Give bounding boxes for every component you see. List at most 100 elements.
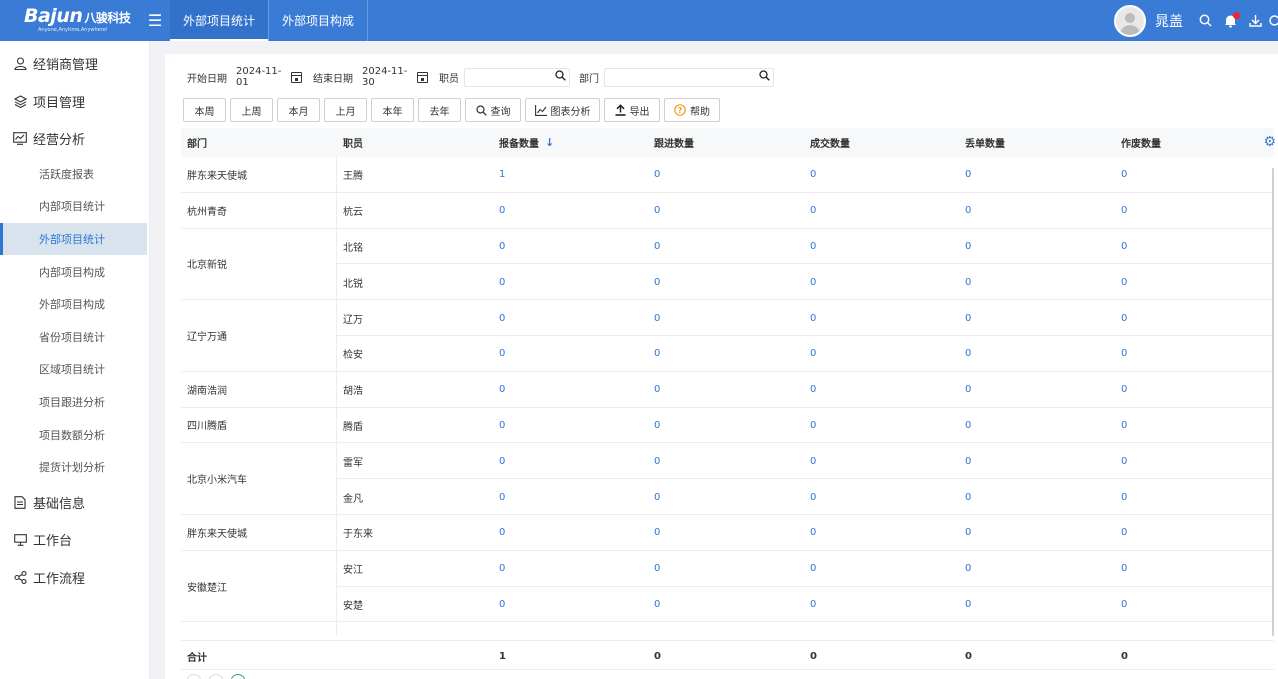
- sidebar-item-project-amount-analysis[interactable]: 项目数额分析: [0, 418, 149, 451]
- calendar-icon[interactable]: [417, 71, 428, 83]
- help-button[interactable]: ? 帮助: [664, 98, 720, 122]
- col-header-closed[interactable]: 成交数量: [810, 128, 850, 157]
- sidebar-item-external-project-composition[interactable]: 外部项目构成: [0, 288, 149, 321]
- col-header-reported[interactable]: 报备数量 ↓: [499, 128, 554, 157]
- followed-cell[interactable]: 0: [654, 479, 660, 515]
- reported-cell[interactable]: 0: [499, 372, 505, 408]
- voided-cell[interactable]: 0: [1121, 551, 1127, 587]
- reported-cell[interactable]: 0: [499, 264, 505, 300]
- reported-cell[interactable]: 0: [499, 443, 505, 479]
- reported-cell[interactable]: 0: [499, 229, 505, 265]
- search-icon[interactable]: [555, 70, 566, 84]
- followed-cell[interactable]: 0: [654, 622, 660, 636]
- table-row[interactable]: 北锐 0 0 0 0 0: [181, 264, 1274, 301]
- reported-cell[interactable]: 0: [499, 515, 505, 551]
- sidebar-item-region-project-stats[interactable]: 区域项目统计: [0, 353, 149, 386]
- sort-down-icon[interactable]: ↓: [545, 136, 554, 149]
- menu-toggle-icon[interactable]: ☰: [140, 11, 170, 30]
- lost-cell[interactable]: 0: [965, 587, 971, 623]
- voided-cell[interactable]: 0: [1121, 336, 1127, 372]
- settings-icon[interactable]: [1268, 14, 1278, 27]
- closed-cell[interactable]: 0: [810, 479, 816, 515]
- lost-cell[interactable]: 0: [965, 551, 971, 587]
- reported-cell[interactable]: 1: [499, 157, 505, 193]
- avatar[interactable]: [1114, 4, 1146, 37]
- pager-current-page[interactable]: [231, 674, 245, 679]
- followed-cell[interactable]: 0: [654, 193, 660, 229]
- export-button[interactable]: 导出: [604, 98, 660, 122]
- followed-cell[interactable]: 0: [654, 300, 660, 336]
- tab-external-project-composition[interactable]: 外部项目构成: [269, 0, 367, 41]
- username[interactable]: 晁盖: [1155, 11, 1183, 31]
- sidebar-group-workflow[interactable]: 工作流程: [0, 558, 149, 596]
- brand-logo[interactable]: Bajun 八骏科技 Anyone,Anytime,Anywhere!: [0, 0, 140, 41]
- lost-cell[interactable]: 0: [965, 300, 971, 336]
- lost-cell[interactable]: 0: [965, 408, 971, 444]
- reported-cell[interactable]: 0: [499, 587, 505, 623]
- table-row[interactable]: 金凡 0 0 0 0 0: [181, 479, 1274, 515]
- sidebar-item-province-project-stats[interactable]: 省份项目统计: [0, 320, 149, 353]
- voided-cell[interactable]: 0: [1121, 300, 1127, 336]
- closed-cell[interactable]: 0: [810, 193, 816, 229]
- closed-cell[interactable]: 0: [810, 408, 816, 444]
- tab-external-project-stats[interactable]: 外部项目统计: [170, 0, 269, 41]
- sidebar-group-basic-info[interactable]: 基础信息: [0, 483, 149, 521]
- lost-cell[interactable]: 0: [965, 372, 971, 408]
- lost-cell[interactable]: 0: [965, 515, 971, 551]
- reported-cell[interactable]: 0: [499, 408, 505, 444]
- table-row[interactable]: 雷军 0 0 0 0 0: [181, 443, 1274, 480]
- closed-cell[interactable]: 0: [810, 515, 816, 551]
- col-header-staff[interactable]: 职员: [343, 128, 363, 157]
- download-icon[interactable]: [1243, 14, 1268, 27]
- table-row[interactable]: 胡浩 0 0 0 0 0: [181, 372, 1274, 408]
- voided-cell[interactable]: 0: [1121, 587, 1127, 623]
- sidebar-group-workbench[interactable]: 工作台: [0, 521, 149, 559]
- staff-input[interactable]: [419, 68, 555, 86]
- followed-cell[interactable]: 0: [654, 408, 660, 444]
- dept-input[interactable]: [605, 68, 759, 86]
- sidebar-item-project-followup-analysis[interactable]: 项目跟进分析: [0, 386, 149, 419]
- voided-cell[interactable]: 0: [1121, 622, 1127, 636]
- this-month-button[interactable]: 本月: [277, 98, 320, 122]
- followed-cell[interactable]: 0: [654, 551, 660, 587]
- lost-cell[interactable]: 0: [965, 264, 971, 300]
- closed-cell[interactable]: 0: [810, 551, 816, 587]
- lost-cell[interactable]: 0: [965, 193, 971, 229]
- sidebar-item-external-project-stats[interactable]: 外部项目统计: [0, 222, 147, 256]
- closed-cell[interactable]: 0: [810, 443, 816, 479]
- reported-cell[interactable]: 0: [499, 479, 505, 515]
- voided-cell[interactable]: 0: [1121, 443, 1127, 479]
- sidebar-item-internal-project-stats[interactable]: 内部项目统计: [0, 190, 149, 223]
- lost-cell[interactable]: 0: [965, 336, 971, 372]
- voided-cell[interactable]: 0: [1121, 229, 1127, 265]
- dept-input-box[interactable]: [604, 67, 774, 87]
- table-row[interactable]: 安楚 0 0 0 0 0: [181, 587, 1274, 623]
- col-header-dept[interactable]: 部门: [187, 128, 207, 157]
- table-row[interactable]: 安江 0 0 0 0 0: [181, 551, 1274, 587]
- voided-cell[interactable]: 0: [1121, 408, 1127, 444]
- closed-cell[interactable]: 0: [810, 229, 816, 265]
- closed-cell[interactable]: 0: [810, 622, 816, 636]
- reported-cell[interactable]: 0: [499, 193, 505, 229]
- lost-cell[interactable]: 0: [965, 622, 971, 636]
- bell-icon[interactable]: [1218, 11, 1243, 28]
- last-year-button[interactable]: 去年: [418, 98, 461, 122]
- followed-cell[interactable]: 0: [654, 372, 660, 408]
- query-button[interactable]: 查询: [465, 98, 521, 122]
- followed-cell[interactable]: 0: [654, 229, 660, 265]
- table-row[interactable]: 检安 0 0 0 0 0: [181, 336, 1274, 372]
- sidebar-group-analysis[interactable]: 经营分析: [0, 120, 149, 158]
- closed-cell[interactable]: 0: [810, 372, 816, 408]
- table-row[interactable]: 于东来 0 0 0 0 0: [181, 515, 1274, 551]
- reported-cell[interactable]: 0: [499, 551, 505, 587]
- followed-cell[interactable]: 0: [654, 587, 660, 623]
- vertical-scrollbar[interactable]: [1272, 168, 1274, 636]
- col-header-lost[interactable]: 丢单数量: [965, 128, 1005, 157]
- followed-cell[interactable]: 0: [654, 515, 660, 551]
- pager-prev-button[interactable]: [209, 674, 223, 679]
- last-week-button[interactable]: 上周: [230, 98, 273, 122]
- followed-cell[interactable]: 0: [654, 157, 660, 193]
- table-row[interactable]: 宛子 0 0 0 0 0: [181, 622, 1274, 636]
- closed-cell[interactable]: 0: [810, 264, 816, 300]
- closed-cell[interactable]: 0: [810, 336, 816, 372]
